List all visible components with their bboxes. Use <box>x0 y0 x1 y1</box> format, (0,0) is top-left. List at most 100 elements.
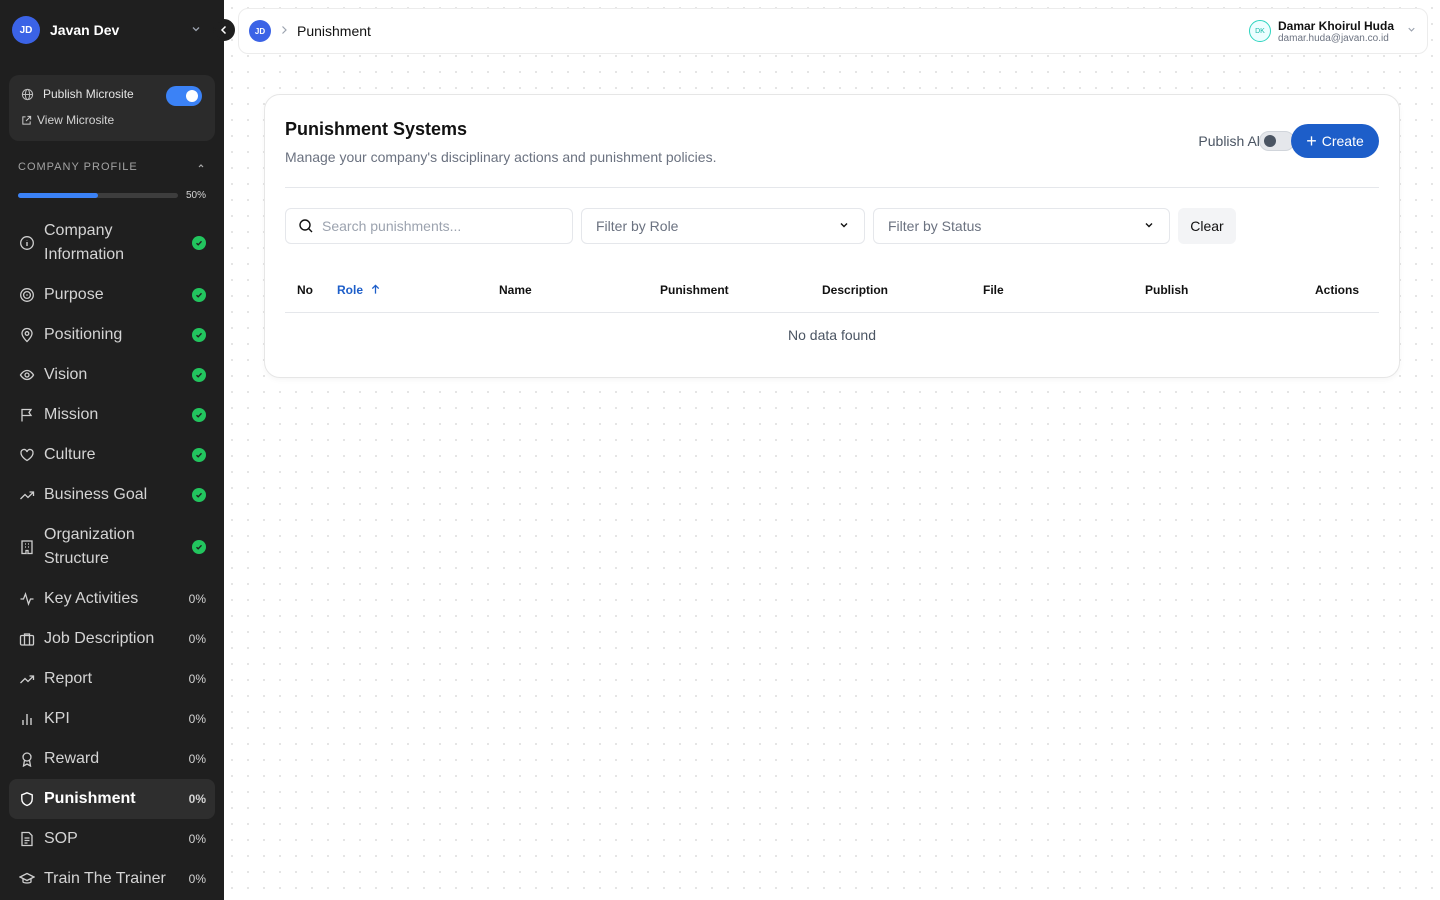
sidebar-item-percent: 0% <box>188 872 206 886</box>
check-circle-icon <box>192 368 206 382</box>
publish-all-toggle[interactable] <box>1259 131 1295 151</box>
file-text-icon <box>18 830 36 848</box>
eye-icon <box>18 366 36 384</box>
divider <box>285 187 1379 188</box>
column-header-publish[interactable]: Publish <box>1145 283 1188 297</box>
sidebar-item-label: Organization Structure <box>44 526 135 567</box>
external-link-icon <box>21 115 33 126</box>
sidebar-item-business-goal[interactable]: Business Goal <box>9 475 215 515</box>
sidebar-item-label: Vision <box>44 366 88 383</box>
sidebar-item-label: Mission <box>44 406 99 423</box>
graduation-cap-icon <box>18 870 36 888</box>
column-header-role[interactable]: Role <box>337 283 381 297</box>
filter-role-select[interactable]: Filter by Role <box>581 208 865 244</box>
sidebar-item-percent: 0% <box>188 672 206 686</box>
filter-status-select[interactable]: Filter by Status <box>873 208 1170 244</box>
sidebar-item-percent: 0% <box>188 832 206 846</box>
sidebar-item-label: Train The Trainer <box>44 870 166 887</box>
sidebar-item-reward[interactable]: Reward 0% <box>9 739 215 779</box>
user-avatar: DK <box>1248 20 1271 42</box>
check-circle-icon <box>192 236 206 250</box>
publish-microsite-toggle[interactable] <box>166 86 202 106</box>
sidebar-item-label: Reward <box>44 750 100 767</box>
view-microsite-label: View Microsite <box>37 113 115 127</box>
column-header-punishment[interactable]: Punishment <box>660 283 729 297</box>
punishment-card: Punishment Systems Manage your company's… <box>264 94 1400 378</box>
sidebar-item-sop[interactable]: SOP 0% <box>9 819 215 859</box>
breadcrumb-avatar[interactable]: JD <box>249 20 271 42</box>
publish-microsite-label: Publish Microsite <box>43 87 134 101</box>
progress-percent: 50% <box>185 190 206 201</box>
topbar: JD Punishment DK Damar Khoirul Huda dama… <box>238 8 1428 54</box>
workspace-name: Javan Dev <box>50 22 120 38</box>
section-title: COMPANY PROFILE <box>18 161 138 173</box>
create-button[interactable]: + Create <box>1291 124 1379 158</box>
check-circle-icon <box>192 540 206 554</box>
column-header-name[interactable]: Name <box>499 283 532 297</box>
sidebar-item-report[interactable]: Report 0% <box>9 659 215 699</box>
sidebar: JD Javan Dev Publish Microsite View Micr… <box>0 0 224 900</box>
award-icon <box>18 750 36 768</box>
sidebar-item-percent: 0% <box>188 712 206 726</box>
flag-icon <box>18 406 36 424</box>
user-email: damar.huda@javan.co.id <box>1277 32 1389 44</box>
sidebar-item-culture[interactable]: Culture <box>9 435 215 475</box>
sidebar-item-kpi[interactable]: KPI 0% <box>9 699 215 739</box>
filter-role-value: Filter by Role <box>596 218 679 234</box>
sidebar-item-label: Key Activities <box>44 590 139 607</box>
chevron-down-icon <box>838 218 850 234</box>
map-pin-icon <box>18 326 36 344</box>
sidebar-item-positioning[interactable]: Positioning <box>9 315 215 355</box>
page-subtitle: Manage your company's disciplinary actio… <box>285 149 717 165</box>
workspace-switcher[interactable]: JD Javan Dev <box>0 0 224 60</box>
sidebar-item-label: Business Goal <box>44 486 148 503</box>
sidebar-item-label: KPI <box>44 710 70 727</box>
sidebar-item-key-activities[interactable]: Key Activities 0% <box>9 579 215 619</box>
sidebar-item-percent: 0% <box>188 752 206 766</box>
publish-all-label: Publish All <box>1198 133 1263 149</box>
activity-icon <box>18 590 36 608</box>
building-icon <box>18 538 36 556</box>
sidebar-item-punishment[interactable]: Punishment 0% <box>9 779 215 819</box>
create-label: Create <box>1321 133 1364 149</box>
bar-chart-icon <box>18 710 36 728</box>
user-menu[interactable]: DK Damar Khoirul Huda damar.huda@javan.c… <box>1248 19 1417 44</box>
sidebar-item-mission[interactable]: Mission <box>9 395 215 435</box>
globe-icon <box>21 88 35 101</box>
company-profile-section-header[interactable]: COMPANY PROFILE <box>18 161 206 174</box>
check-circle-icon <box>192 488 206 502</box>
profile-progress: 50% <box>18 190 206 201</box>
info-icon <box>18 234 36 252</box>
sidebar-item-purpose[interactable]: Purpose <box>9 275 215 315</box>
sidebar-item-organization-structure[interactable]: Organization Structure <box>9 519 215 575</box>
view-microsite-link[interactable]: View Microsite <box>21 113 203 127</box>
empty-state: No data found <box>788 327 876 343</box>
sidebar-item-label: Job Description <box>44 630 155 647</box>
column-header-file[interactable]: File <box>983 283 1004 297</box>
sidebar-item-vision[interactable]: Vision <box>9 355 215 395</box>
sidebar-item-percent: 0% <box>188 592 206 606</box>
sidebar-item-percent: 0% <box>188 632 206 646</box>
clear-filters-button[interactable]: Clear <box>1178 208 1236 244</box>
column-header-no[interactable]: No <box>297 283 313 297</box>
sidebar-item-label: Punishment <box>44 790 136 807</box>
chevron-down-icon <box>1406 24 1417 38</box>
filter-status-value: Filter by Status <box>888 218 982 234</box>
search-placeholder: Search punishments... <box>322 218 462 234</box>
progress-track <box>18 193 178 198</box>
sidebar-item-company-information[interactable]: Company Information <box>9 215 215 271</box>
sidebar-item-job-description[interactable]: Job Description 0% <box>9 619 215 659</box>
column-header-description[interactable]: Description <box>822 283 888 297</box>
search-icon <box>298 218 314 234</box>
sidebar-item-label: Company Information <box>44 222 125 263</box>
search-input[interactable]: Search punishments... <box>285 208 573 244</box>
breadcrumb-current: Punishment <box>297 23 371 39</box>
sidebar-item-train-the-trainer[interactable]: Train The Trainer 0% <box>9 859 215 899</box>
sidebar-item-label: Purpose <box>44 286 104 303</box>
filter-bar: Search punishments... Filter by Role Fil… <box>285 208 1236 244</box>
collapse-sidebar-button[interactable] <box>213 19 235 41</box>
microsite-card: Publish Microsite View Microsite <box>9 75 215 141</box>
check-circle-icon <box>192 408 206 422</box>
check-circle-icon <box>192 288 206 302</box>
progress-fill <box>18 193 98 198</box>
